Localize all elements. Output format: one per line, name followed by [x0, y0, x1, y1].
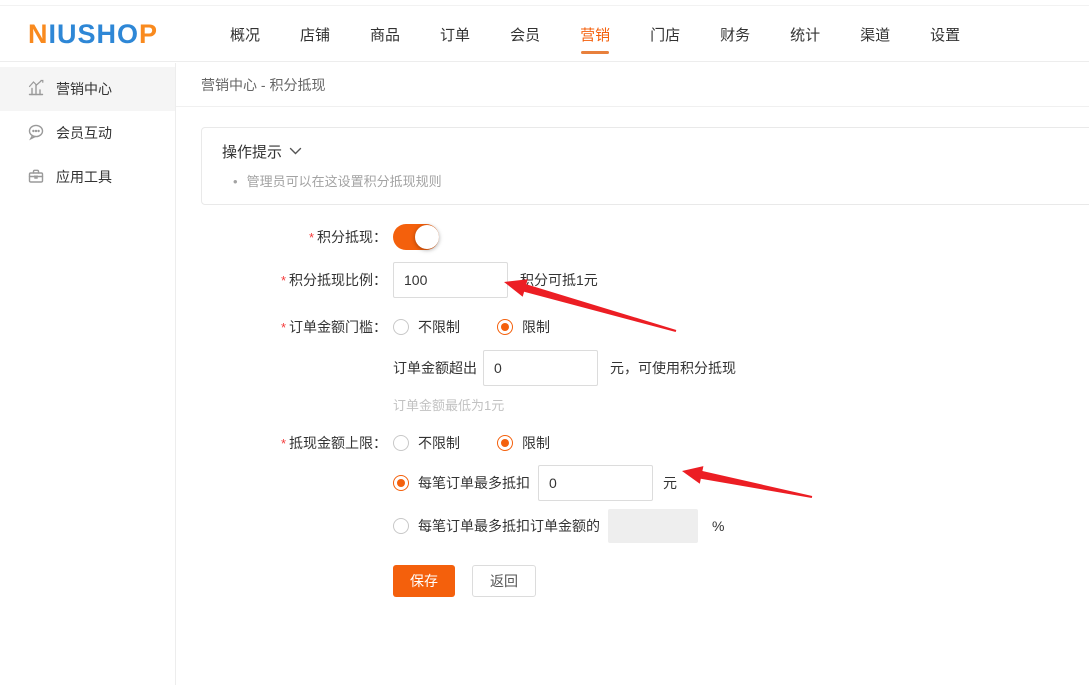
radio-label[interactable]: 不限制 — [418, 433, 460, 453]
field-label: *订单金额门槛： — [176, 317, 393, 337]
nav-item-shop[interactable]: 店铺 — [299, 6, 331, 62]
sidebar-item-marketing-center[interactable]: 营销中心 — [0, 67, 175, 111]
briefcase-icon — [27, 167, 45, 188]
radio-label[interactable]: 限制 — [522, 433, 550, 453]
threshold-suffix-text: 元，可使用积分抵现 — [610, 358, 736, 378]
threshold-hint-row: 订单金额最低为1元 — [176, 395, 1089, 414]
nav-item-marketing[interactable]: 营销 — [579, 6, 611, 62]
toggle-knob — [415, 225, 439, 249]
required-mark: * — [281, 436, 286, 451]
nav-item-goods[interactable]: 商品 — [369, 6, 401, 62]
sidebar: 营销中心 会员互动 应用工具 — [0, 63, 176, 685]
cap-fixed-amount-row: 每笔订单最多抵扣 元 — [176, 465, 1089, 501]
nav-item-finance[interactable]: 财务 — [719, 6, 751, 62]
cap-fixed-amount-radio[interactable] — [393, 475, 409, 491]
chat-bubble-icon — [27, 123, 45, 144]
sidebar-item-label: 营销中心 — [56, 79, 112, 99]
nav-item-settings[interactable]: 设置 — [929, 6, 961, 62]
field-label: *抵现金额上限： — [176, 433, 393, 453]
nav-item-stores[interactable]: 门店 — [649, 6, 681, 62]
sidebar-item-label: 会员互动 — [56, 123, 112, 143]
logo-segment: P — [139, 19, 158, 49]
breadcrumb: 营销中心 - 积分抵现 — [176, 63, 1089, 107]
sidebar-item-app-tools[interactable]: 应用工具 — [0, 155, 175, 199]
threshold-hint-text: 订单金额最低为1元 — [393, 395, 504, 414]
points-deduction-toggle[interactable] — [393, 224, 439, 250]
radio-label[interactable]: 每笔订单最多抵扣订单金额的 — [418, 516, 600, 536]
cap-fixed-amount-input[interactable] — [538, 465, 653, 501]
deduction-cap-row: *抵现金额上限： 不限制 限制 — [176, 433, 1089, 453]
threshold-prefix-text: 订单金额超出 — [393, 358, 477, 378]
logo-segment: IUSHO — [49, 19, 140, 49]
chevron-down-icon — [289, 143, 302, 160]
threshold-unlimited-radio[interactable] — [393, 319, 409, 335]
deduction-ratio-row: *积分抵现比例： 积分可抵1元 — [176, 262, 1089, 298]
radio-label[interactable]: 不限制 — [418, 317, 460, 337]
operation-tip-header[interactable]: 操作提示 — [222, 141, 1089, 162]
cap-percent-input — [608, 509, 698, 543]
top-header: NIUSHOP 概况 店铺 商品 订单 会员 营销 门店 财务 统计 渠道 设置 — [0, 6, 1089, 62]
logo-segment: N — [28, 19, 49, 49]
sidebar-item-label: 应用工具 — [56, 167, 112, 187]
radio-label[interactable]: 限制 — [522, 317, 550, 337]
required-mark: * — [281, 320, 286, 335]
threshold-amount-input[interactable] — [483, 350, 598, 386]
main-content: 营销中心 - 积分抵现 操作提示 •管理员可以在这设置积分抵现规则 *积分抵现： — [176, 63, 1089, 685]
operation-tip-panel: 操作提示 •管理员可以在这设置积分抵现规则 — [201, 127, 1089, 205]
bar-chart-icon — [27, 79, 45, 100]
field-label: *积分抵现： — [176, 227, 393, 247]
main-nav: 概况 店铺 商品 订单 会员 营销 门店 财务 统计 渠道 设置 — [229, 6, 961, 62]
nav-item-members[interactable]: 会员 — [509, 6, 541, 62]
cap-unlimited-radio[interactable] — [393, 435, 409, 451]
deduction-ratio-input[interactable] — [393, 262, 508, 298]
nav-item-channels[interactable]: 渠道 — [859, 6, 891, 62]
order-threshold-row: *订单金额门槛： 不限制 限制 — [176, 317, 1089, 337]
field-label: *积分抵现比例： — [176, 270, 393, 290]
back-button[interactable]: 返回 — [472, 565, 536, 597]
nav-item-statistics[interactable]: 统计 — [789, 6, 821, 62]
percent-sign: % — [712, 518, 724, 534]
required-mark: * — [281, 273, 286, 288]
action-buttons-row: 保存 返回 — [176, 565, 1089, 597]
threshold-limited-radio[interactable] — [497, 319, 513, 335]
cap-limited-radio[interactable] — [497, 435, 513, 451]
cap-percent-row: 每笔订单最多抵扣订单金额的 % — [176, 509, 1089, 543]
nav-item-orders[interactable]: 订单 — [439, 6, 471, 62]
nav-item-overview[interactable]: 概况 — [229, 6, 261, 62]
cap-percent-radio[interactable] — [393, 518, 409, 534]
save-button[interactable]: 保存 — [393, 565, 455, 597]
operation-tip-title: 操作提示 — [222, 141, 282, 162]
threshold-amount-row: 订单金额超出 元，可使用积分抵现 — [176, 350, 1089, 386]
ratio-suffix-text: 积分可抵1元 — [520, 270, 598, 290]
radio-label[interactable]: 每笔订单最多抵扣 — [418, 473, 530, 493]
operation-tip-text: •管理员可以在这设置积分抵现规则 — [222, 171, 1089, 190]
cap-fixed-suffix-text: 元 — [663, 473, 677, 493]
points-deduction-row: *积分抵现： — [176, 224, 1089, 250]
niushop-logo[interactable]: NIUSHOP — [28, 18, 158, 50]
points-deduction-form: *积分抵现： *积分抵现比例： 积分可抵1元 *订单金额门槛： 不限制 限制 — [176, 224, 1089, 597]
required-mark: * — [309, 230, 314, 245]
bullet: • — [233, 174, 238, 189]
sidebar-item-member-interaction[interactable]: 会员互动 — [0, 111, 175, 155]
